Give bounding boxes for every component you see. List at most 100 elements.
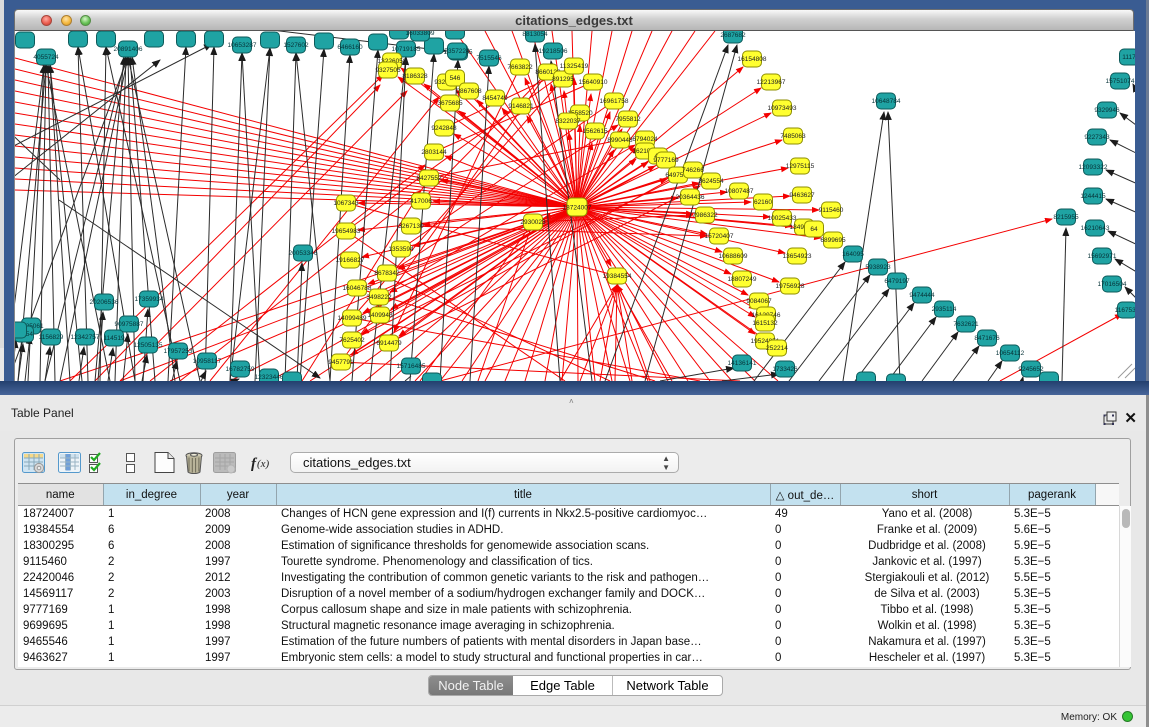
svg-text:10807487: 10807487 [725, 188, 754, 195]
svg-text:1244415: 1244415 [1080, 193, 1106, 200]
svg-text:3267130: 3267130 [398, 223, 424, 230]
svg-text:7663822: 7663822 [507, 64, 533, 71]
svg-text:2935114: 2935114 [932, 306, 957, 313]
svg-text:20206536: 20206536 [90, 299, 119, 306]
svg-text:12093322: 12093322 [1079, 164, 1108, 171]
svg-text:20364436: 20364436 [676, 194, 705, 201]
svg-text:7357224: 7357224 [444, 48, 470, 55]
svg-text:1067343: 1067343 [333, 200, 359, 207]
svg-text:2803144: 2803144 [421, 149, 447, 156]
svg-text:18807249: 18807249 [728, 276, 757, 283]
svg-text:6899695: 6899695 [820, 237, 846, 244]
svg-text:8454749: 8454749 [482, 95, 508, 102]
svg-text:10654112: 10654112 [996, 350, 1025, 357]
svg-text:1562615: 1562615 [582, 128, 608, 135]
svg-text:17016504: 17016504 [1098, 281, 1127, 288]
svg-text:8471676: 8471676 [974, 335, 1000, 342]
svg-text:18724007: 18724007 [563, 205, 592, 212]
svg-text:17957253: 17957253 [164, 348, 193, 355]
svg-text:90975887: 90975887 [115, 321, 144, 328]
svg-text:8186328: 8186328 [402, 73, 428, 80]
svg-text:7485063: 7485063 [780, 133, 806, 140]
svg-text:8322037: 8322037 [555, 118, 581, 125]
svg-text:6794024: 6794024 [632, 136, 658, 143]
svg-text:16210643: 16210643 [1081, 225, 1110, 232]
svg-text:9474444: 9474444 [909, 292, 935, 299]
svg-text:10958117: 10958117 [193, 358, 222, 365]
svg-text:8990448: 8990448 [607, 137, 633, 144]
svg-text:9327505: 9327505 [375, 67, 401, 74]
svg-text:10025433: 10025433 [768, 215, 797, 222]
svg-text:19654983: 19654983 [332, 228, 361, 235]
svg-text:7955812: 7955812 [615, 116, 641, 123]
svg-text:2687682: 2687682 [720, 32, 746, 39]
svg-text:3498222: 3498222 [366, 294, 392, 301]
svg-text:1353594: 1353594 [388, 246, 414, 253]
svg-text:19166827: 19166827 [336, 257, 365, 264]
svg-text:12505135: 12505135 [134, 342, 163, 349]
svg-text:12342757: 12342757 [71, 334, 100, 341]
svg-text:12213967: 12213967 [757, 79, 786, 86]
svg-text:891295: 891295 [552, 76, 574, 83]
svg-text:16782759: 16782759 [226, 366, 255, 373]
svg-text:15720407: 15720407 [705, 233, 734, 240]
svg-text:1117: 1117 [1122, 54, 1135, 61]
svg-text:7632621: 7632621 [953, 321, 979, 328]
svg-text:7625402: 7625402 [339, 337, 365, 344]
svg-text:13654923: 13654923 [783, 253, 812, 260]
svg-text:9115460: 9115460 [819, 207, 844, 214]
svg-text:5938923: 5938923 [865, 264, 891, 271]
svg-text:6914479: 6914479 [376, 340, 402, 347]
svg-text:20891406: 20891406 [114, 46, 143, 53]
svg-text:9242848: 9242848 [431, 125, 457, 132]
svg-text:1615132: 1615132 [752, 320, 778, 327]
svg-text:12975115: 12975115 [786, 163, 815, 170]
svg-text:4055724: 4055724 [33, 54, 59, 61]
svg-text:546: 546 [450, 75, 461, 82]
svg-text:8427552: 8427552 [416, 175, 442, 182]
svg-text:19756928: 19756928 [776, 283, 805, 290]
svg-text:114519: 114519 [103, 335, 125, 342]
svg-text:9463627: 9463627 [789, 192, 815, 199]
svg-text:1156829: 1156829 [39, 334, 64, 341]
svg-text:1167534: 1167534 [1115, 307, 1135, 314]
svg-text:9777169: 9777169 [653, 157, 679, 164]
svg-text:15692971: 15692971 [1088, 253, 1117, 260]
svg-text:16046788: 16046788 [343, 285, 372, 292]
svg-text:16154808: 16154808 [738, 56, 767, 63]
svg-text:8813054: 8813054 [522, 31, 548, 38]
svg-text:15751074: 15751074 [1106, 78, 1135, 85]
svg-text:1409948: 1409948 [367, 312, 393, 319]
svg-text:15640910: 15640910 [579, 79, 608, 86]
svg-text:3675685: 3675685 [437, 100, 463, 107]
svg-text:746266: 746266 [682, 167, 704, 174]
svg-text:7515546: 7515546 [476, 55, 502, 62]
svg-text:9146821: 9146821 [508, 103, 534, 110]
svg-text:9329946: 9329946 [1094, 107, 1120, 114]
svg-text:9084067: 9084067 [746, 298, 772, 305]
svg-text:62160: 62160 [754, 199, 772, 206]
svg-text:14099489: 14099489 [338, 315, 367, 322]
svg-text:10648784: 10648784 [872, 98, 901, 105]
svg-text:1733426: 1733426 [772, 366, 798, 373]
svg-text:10653287: 10653287 [228, 42, 257, 49]
svg-text:10719185: 10719185 [392, 46, 421, 53]
svg-text:3624554: 3624554 [698, 178, 724, 185]
svg-text:7986322: 7986322 [692, 212, 718, 219]
svg-text:8678342: 8678342 [374, 270, 400, 277]
svg-text:417006: 417006 [410, 198, 432, 205]
svg-text:11325419: 11325419 [560, 63, 589, 70]
svg-text:15716485: 15716485 [397, 363, 426, 370]
svg-text:19384554: 19384554 [603, 273, 632, 280]
svg-text:10973493: 10973493 [768, 105, 797, 112]
svg-text:9227343: 9227343 [1084, 134, 1110, 141]
svg-text:8215955: 8215955 [1053, 214, 1079, 221]
svg-text:16033809: 16033809 [406, 31, 435, 37]
svg-text:19218506: 19218506 [539, 48, 568, 55]
svg-text:9245652: 9245652 [1018, 366, 1044, 373]
svg-text:12323446: 12323446 [255, 374, 284, 381]
svg-text:17359934: 17359934 [135, 296, 164, 303]
svg-text:9457791: 9457791 [328, 359, 354, 366]
svg-text:10688609: 10688609 [719, 253, 748, 260]
svg-text:6466160: 6466160 [337, 44, 363, 51]
